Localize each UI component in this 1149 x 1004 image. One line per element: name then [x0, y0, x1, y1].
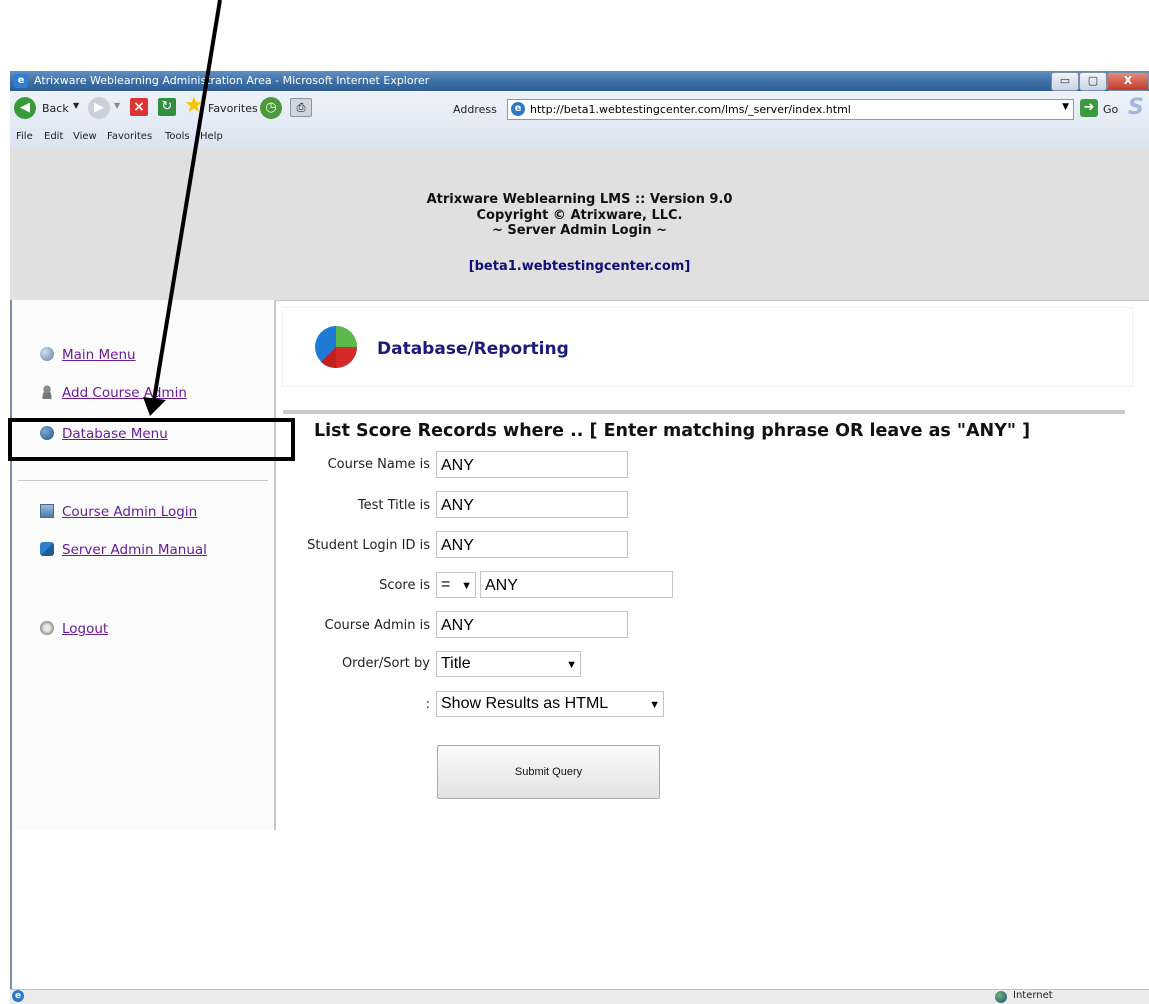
annotation-arrow [143, 0, 222, 416]
annotation-highlight-box [8, 418, 295, 461]
